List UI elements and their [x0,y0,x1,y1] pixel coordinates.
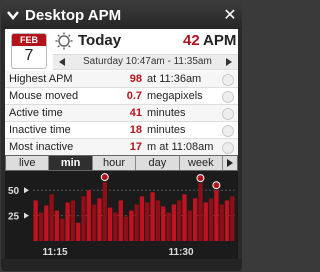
tab-hour[interactable]: hour [93,156,137,170]
chart-bar [54,210,60,241]
tab-day[interactable]: day [136,156,180,170]
stat-info-icon[interactable] [222,125,234,137]
stat-info-icon[interactable] [222,74,234,86]
stat-row-active-time: Active time 41 minutes [5,105,238,122]
stat-row-mouse-moved: Mouse moved 0.7 megapixels [5,88,238,105]
today-label: Today [78,32,122,49]
chart-bar [86,190,91,241]
x-tick-label: 11:30 [168,247,193,258]
chart-bar [102,182,107,241]
time-range-text: Saturday 10:47am - 11:35am [83,56,212,67]
tab-week[interactable]: week [180,156,224,170]
chart-bar [171,204,177,241]
peak-marker [100,173,109,182]
chart-bar [65,202,70,241]
chart-bar [91,204,97,241]
stat-value: 18 [129,124,142,136]
apm-value: 42 [183,32,200,49]
sun-icon [55,32,73,50]
chart-bar [113,212,118,241]
interval-tabs: live min hour day week [5,155,238,171]
tab-live[interactable]: live [6,156,50,170]
date-day: 7 [24,47,34,64]
x-tick-label: 11:15 [42,247,67,258]
prev-range-arrow-icon[interactable] [59,58,65,66]
chart-bar [134,204,139,241]
chart-bar [150,192,155,241]
stat-unit: at 11:36am [147,73,202,85]
peak-marker [196,174,205,183]
peak-marker [212,181,221,190]
chart-bar [203,202,208,241]
chart-bar [81,196,86,241]
chart-bar [118,200,123,241]
y-tick-label: 25 [8,212,20,223]
stat-info-icon[interactable] [222,91,234,103]
chart-bar [70,200,76,241]
window-title: Desktop APM [25,6,122,24]
chart-bar [107,207,113,241]
summary-panel: FEB 7 Today 42 APM Saturday 10:47am - 11… [5,29,238,156]
chart-bar [166,212,171,241]
stat-info-icon[interactable] [222,142,234,154]
stats-list: Highest APM 98 at 11:36am Mouse moved 0.… [5,71,238,156]
apm-unit: APM [203,32,237,49]
y-tick-label: 50 [8,186,20,197]
chart-bar [161,206,166,241]
tab-min[interactable]: min [49,156,93,170]
stat-label: Active time [9,107,63,119]
chart-bar [224,200,230,241]
stat-unit: minutes [147,107,186,119]
stat-label: Highest APM [9,73,73,85]
stat-value: 41 [129,107,142,119]
stat-row-inactive-time: Inactive time 18 minutes [5,122,238,139]
chart-bar [187,210,192,241]
chart-bar [182,194,187,241]
chart-bar [38,212,44,241]
chart-bar [33,200,38,241]
stat-value: 0.7 [126,90,142,102]
chart-bar [139,196,145,241]
next-range-arrow-icon[interactable] [226,58,232,66]
chart-bar [60,218,65,241]
stat-label: Mouse moved [9,90,79,102]
chart-bar [155,200,161,241]
stat-unit: minutes [147,124,186,136]
app-window: Desktop APM ✕ FEB 7 Today 42 APM Saturda… [1,1,242,271]
chart-bar [177,200,182,241]
chart-bar [129,210,134,241]
date-month: FEB [12,34,46,46]
stat-label: Most inactive [9,141,74,153]
chart-bar [49,194,54,241]
chart-bar [76,222,81,241]
chart-bar [192,198,198,241]
chart-bar [198,183,203,241]
apm-chart: 50 25 11:15 11:30 [5,171,238,259]
stat-row-most-inactive: Most inactive 17 m at 11:08am [5,139,238,156]
time-range-bar: Saturday 10:47am - 11:35am [53,54,238,70]
chart-bar [230,196,235,241]
chart-bar [44,205,49,241]
stat-value: 98 [129,73,142,85]
footer-bar [1,259,242,271]
title-bar[interactable]: Desktop APM ✕ [1,1,242,29]
chart-bar [145,202,150,241]
chart-bar [123,216,129,241]
chart-bar [97,198,102,241]
collapse-chevron-icon[interactable] [1,10,25,20]
stat-row-highest-apm: Highest APM 98 at 11:36am [5,71,238,88]
stat-label: Inactive time [9,124,71,136]
chart-bar [208,198,214,241]
stat-unit: megapixels [147,90,203,102]
date-tile: FEB 7 [11,33,47,69]
chart-bar [219,204,224,241]
stat-unit: m at 11:08am [147,141,214,153]
stat-info-icon[interactable] [222,108,234,120]
close-icon[interactable]: ✕ [218,5,242,25]
tabs-next-icon[interactable] [223,156,237,170]
chart-bar [214,190,219,241]
stat-value: 17 [129,141,142,153]
